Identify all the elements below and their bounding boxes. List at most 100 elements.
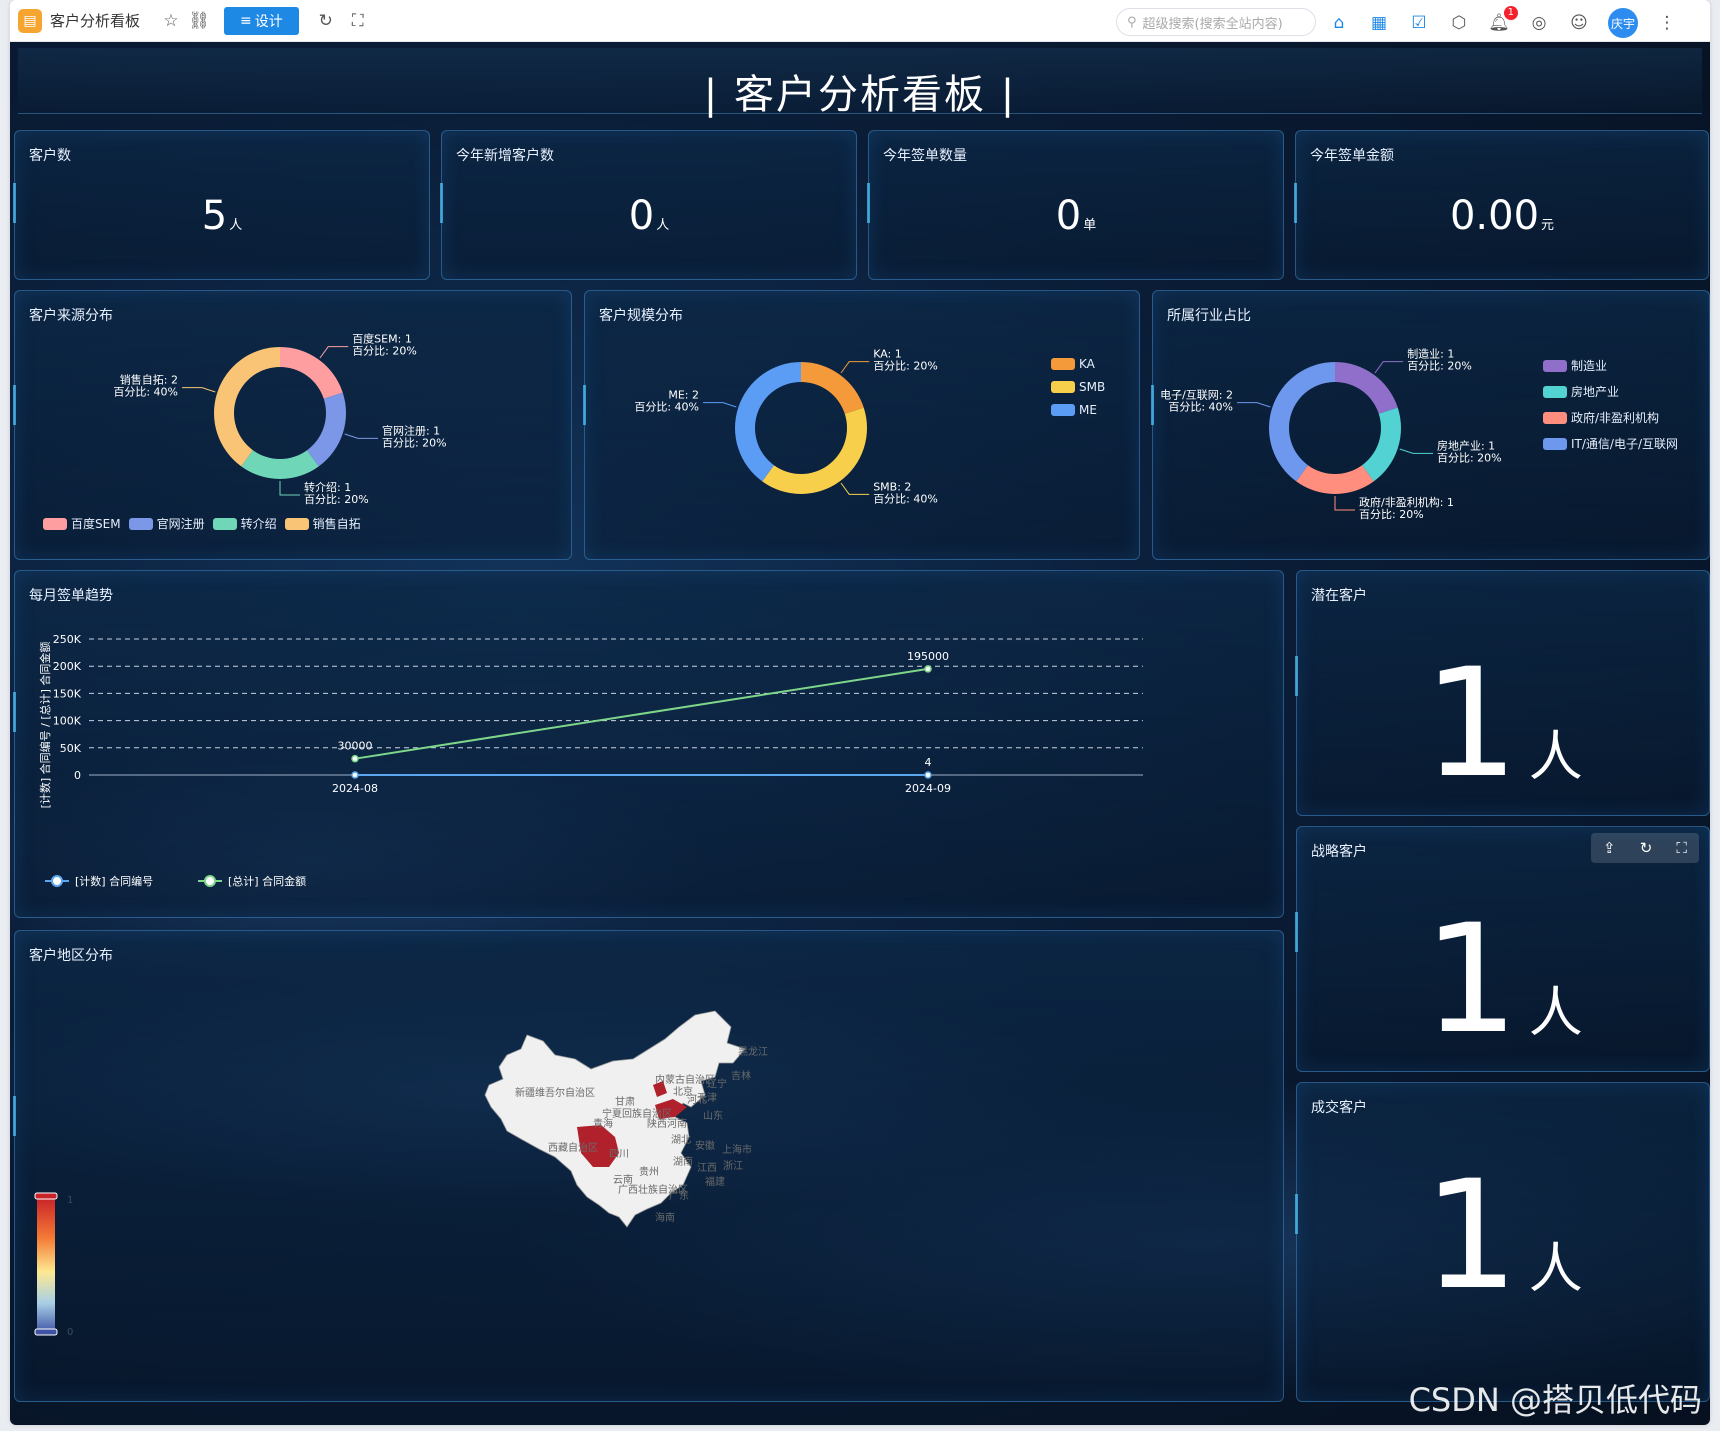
- map-region-label: 甘肃: [615, 1095, 635, 1108]
- task-check-icon[interactable]: ☑: [1408, 12, 1430, 34]
- refresh-icon[interactable]: ↻: [315, 10, 337, 32]
- label-leader-line: [279, 481, 300, 496]
- legend-label: KA: [1079, 357, 1095, 371]
- export-icon[interactable]: ⇪: [1603, 839, 1616, 857]
- series-line: [354, 667, 929, 760]
- visual-map-handle-bottom[interactable]: [34, 1328, 58, 1336]
- label-leader-line: [703, 402, 737, 408]
- map-region-label: 贵州: [639, 1165, 659, 1178]
- legend-item[interactable]: 百度SEM: [43, 515, 121, 532]
- label-leader-line: [1374, 361, 1404, 374]
- scale-donut-chart: KA: 1百分比: 20%SMB: 2百分比: 40%ME: 2百分比: 40%: [634, 348, 938, 506]
- donut-slice[interactable]: [1269, 362, 1335, 482]
- industry-legend: 制造业房地产业政府/非盈利机构 IT/通信/电子/互联网: [1543, 357, 1678, 452]
- legend-item[interactable]: 转介绍: [212, 515, 277, 532]
- slice-label: 政府/非盈利机构: 1: [1359, 495, 1454, 509]
- y-tick-label: 0: [74, 769, 81, 782]
- watermark: CSDN @搭贝低代码: [1408, 1381, 1702, 1419]
- design-button[interactable]: ≡ 设计: [224, 6, 299, 35]
- y-tick-label: 100K: [53, 715, 82, 728]
- notification-badge: 1: [1503, 6, 1518, 20]
- donut-slice[interactable]: [735, 362, 801, 482]
- kpi-new-customers: 今年新增客户数 0人: [440, 130, 857, 280]
- dashboard-canvas: | 客户分析看板 | 客户数 5人 今年新增客户数 0人 今年签单数量 0单 今…: [10, 42, 1710, 1425]
- legend-item[interactable]: [计数] 合同编号: [45, 874, 153, 888]
- link-icon[interactable]: ⛓: [188, 10, 210, 32]
- legend-item[interactable]: 政府/非盈利机构: [1543, 409, 1678, 426]
- fullscreen-icon[interactable]: ⛶: [347, 10, 369, 32]
- map-region-label: 湖北: [671, 1134, 691, 1146]
- slice-percent-label: 百分比: 20%: [352, 345, 417, 358]
- kpi-customer-count: 客户数 5人: [13, 130, 430, 280]
- legend-item[interactable]: [总计] 合同金额: [198, 874, 306, 888]
- donut-slice[interactable]: [762, 407, 867, 494]
- visual-map-handle-top[interactable]: [34, 1192, 58, 1200]
- donut-slice[interactable]: [280, 347, 343, 399]
- x-tick-label: 2024-08: [332, 782, 378, 795]
- legend-label: 转介绍: [240, 517, 277, 531]
- map-region-label: 新疆维吾尔自治区: [515, 1086, 595, 1099]
- kpi-label: 今年签单金额: [1310, 148, 1394, 164]
- legend-swatch: [1543, 437, 1567, 450]
- legend-item[interactable]: ME: [1051, 403, 1105, 417]
- donut-slice[interactable]: [1335, 362, 1398, 414]
- slice-percent-label: 百分比: 40%: [873, 492, 938, 505]
- data-point[interactable]: [351, 771, 359, 779]
- map-region-label: 江西: [697, 1162, 717, 1174]
- legend-label: 制造业: [1571, 359, 1608, 373]
- donut-slice[interactable]: [801, 362, 864, 414]
- star-icon[interactable]: ☆: [160, 10, 182, 32]
- legend-item[interactable]: IT/通信/电子/互联网: [1543, 435, 1678, 452]
- legend-item[interactable]: 房地产业: [1543, 383, 1678, 400]
- search-input[interactable]: ⚲ 超级搜索(搜索全站内容): [1116, 8, 1316, 36]
- donut-slice[interactable]: [1296, 465, 1374, 494]
- legend-item[interactable]: SMB: [1051, 380, 1105, 394]
- data-point[interactable]: [351, 754, 359, 763]
- slice-label: 百度SEM: 1: [352, 332, 412, 346]
- y-tick-label: 150K: [53, 687, 82, 700]
- stat-value: 1: [1423, 893, 1519, 1067]
- data-point[interactable]: [924, 665, 932, 673]
- donut-slice[interactable]: [214, 347, 280, 467]
- kpi-contract-amount: 今年签单金额 0.00 元: [1294, 130, 1709, 280]
- monthly-trend-panel: 每月签单趋势 0 50K 100K 150K 200K 250K 2024-08 2024-0…: [13, 570, 1284, 918]
- apps-icon[interactable]: ▦: [1368, 12, 1390, 34]
- legend-item[interactable]: KA: [1051, 357, 1105, 371]
- map-region-label: 湖南: [673, 1155, 693, 1168]
- more-icon[interactable]: ⋮: [1656, 12, 1678, 34]
- bell-icon[interactable]: 🔔︎ 1: [1488, 6, 1518, 34]
- label-leader-line: [1399, 448, 1433, 454]
- legend-swatch: [1543, 385, 1567, 398]
- donut-slice[interactable]: [241, 450, 319, 479]
- legend-swatch: [284, 517, 309, 530]
- compass-icon[interactable]: ◎: [1528, 12, 1550, 34]
- avatar[interactable]: 庆宇: [1608, 8, 1638, 38]
- visual-map-max: 1: [67, 1195, 73, 1206]
- legend-label: ME: [1079, 403, 1097, 417]
- stat-unit: 人: [1528, 981, 1583, 1044]
- legend-label: [总计] 合同金额: [228, 874, 306, 888]
- legend-item[interactable]: 制造业: [1543, 357, 1678, 374]
- search-placeholder: 超级搜索(搜索全站内容): [1142, 16, 1283, 32]
- map-region-label: 四川: [609, 1149, 629, 1160]
- map-region-label: 黑龙江: [738, 1045, 768, 1058]
- potential-customers-panel: 潜在客户 1人: [1295, 570, 1710, 816]
- home-icon[interactable]: ⌂: [1328, 12, 1350, 34]
- legend-item[interactable]: 官网注册: [128, 515, 205, 532]
- refresh-icon[interactable]: ↻: [1640, 839, 1653, 857]
- user-icon[interactable]: ☺: [1568, 12, 1590, 34]
- scale-legend: KA SMB ME: [1051, 357, 1105, 417]
- legend-label: 房地产业: [1571, 385, 1620, 399]
- label-leader-line: [344, 433, 378, 439]
- fullscreen-icon[interactable]: ⛶: [1676, 839, 1687, 857]
- kpi-unit: 元: [1541, 218, 1555, 233]
- donut-slice[interactable]: [1362, 407, 1401, 482]
- slice-percent-label: 百分比: 20%: [1359, 508, 1424, 521]
- legend-item[interactable]: 销售自拓: [284, 515, 361, 532]
- data-point[interactable]: [924, 771, 932, 779]
- donut-slice[interactable]: [307, 392, 347, 467]
- app-window: ▤ 客户分析看板 ☆ ⛓ ≡ 设计 ↻ ⛶ ⚲ 超级搜索(搜索全站内容) ⌂ ▦ …: [10, 0, 1710, 1425]
- map-region-label: 福建: [705, 1175, 725, 1188]
- settings-icon[interactable]: ⬡: [1448, 12, 1470, 34]
- legend-swatch: [1051, 404, 1075, 416]
